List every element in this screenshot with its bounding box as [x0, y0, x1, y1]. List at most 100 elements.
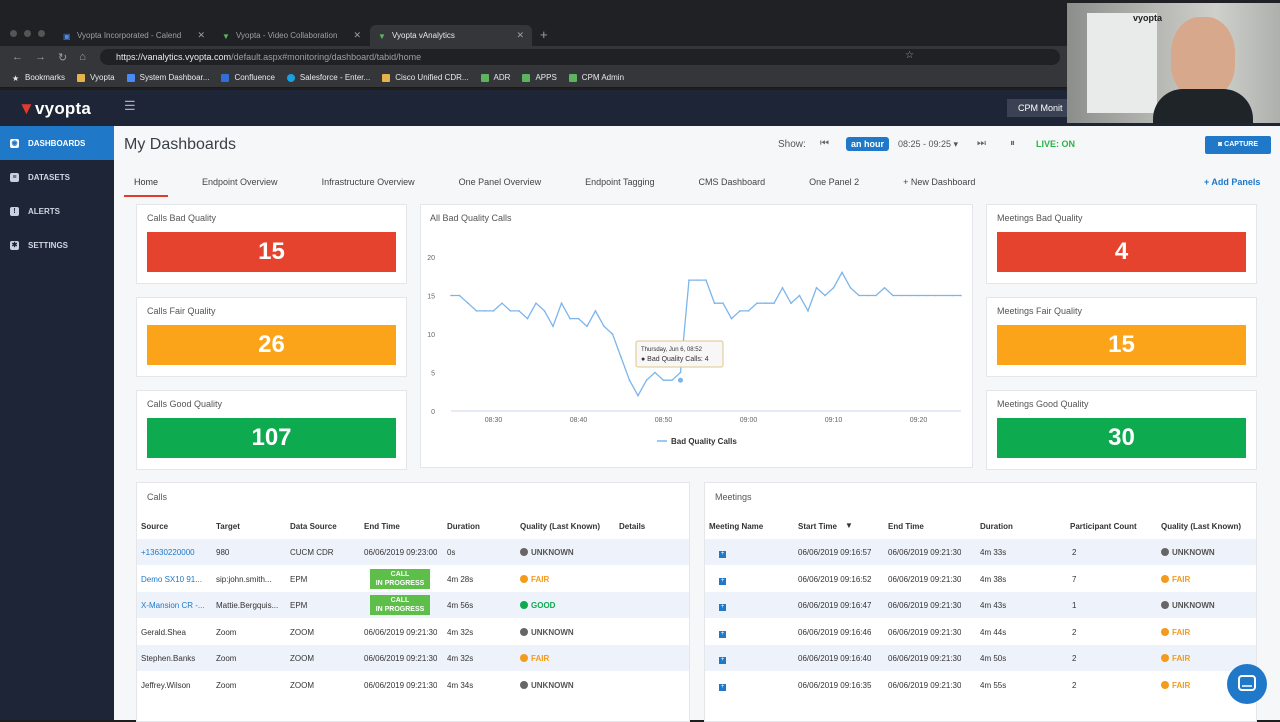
column-header[interactable]: End Time	[888, 522, 924, 531]
add-panels-button[interactable]: + Add Panels	[1204, 177, 1260, 187]
expand-icon[interactable]: +	[719, 551, 726, 558]
tab-home[interactable]: Home	[124, 170, 169, 197]
column-header[interactable]: Quality (Last Known)	[1161, 522, 1241, 531]
meeting-name-cell[interactable]: + Richard Gurnett	[719, 654, 797, 664]
calls-good-quality-card[interactable]: Calls Good Quality 107	[136, 390, 407, 470]
meetings-bad-quality-card[interactable]: Meetings Bad Quality 4	[986, 204, 1257, 284]
meeting-name-cell[interactable]: + Bobby Reid Zoo	[719, 548, 797, 558]
calls-bad-quality-card[interactable]: Calls Bad Quality 15	[136, 204, 407, 284]
table-row[interactable]: Gerald.Shea Zoom ZOOM 06/06/2019 09:21:30 4m…	[137, 619, 689, 645]
column-header[interactable]: Source	[141, 522, 168, 531]
bookmark-item[interactable]: Vyopta	[77, 73, 115, 82]
window-close-icon[interactable]	[10, 30, 17, 37]
forward-icon[interactable]: →	[35, 51, 46, 63]
calls-fair-quality-card[interactable]: Calls Fair Quality 26	[136, 297, 407, 377]
call-source[interactable]: Demo SX10 91...	[141, 575, 211, 584]
window-maximize-icon[interactable]	[38, 30, 45, 37]
tab-one-panel-2[interactable]: One Panel 2	[799, 170, 869, 197]
meetings-good-quality-card[interactable]: Meetings Good Quality 30	[986, 390, 1257, 470]
bookmark-item[interactable]: Cisco Unified CDR...	[382, 73, 469, 82]
menu-icon[interactable]: ☰	[124, 98, 136, 114]
expand-icon[interactable]: +	[719, 630, 726, 638]
tab-infrastructure-overview[interactable]: Infrastructure Overview	[312, 170, 425, 197]
bookmark-item[interactable]: ★ Bookmarks	[12, 73, 65, 83]
table-row[interactable]: + Joyce Feldman 06/06/2019 09:16:46 06/06/2…	[705, 619, 1256, 645]
sidebar-item-alerts[interactable]: ! ALERTS	[0, 194, 114, 228]
data-point	[569, 317, 571, 320]
table-row[interactable]: X-Mansion CR -... Mattie.Bergquis... EPM CA…	[137, 592, 689, 618]
column-header[interactable]: Duration	[980, 522, 1013, 531]
close-icon[interactable]: ✕	[197, 30, 205, 41]
column-header[interactable]: Participant Count	[1070, 522, 1137, 531]
close-icon[interactable]: ✕	[516, 30, 524, 41]
meetings-fair-quality-card[interactable]: Meetings Fair Quality 15	[986, 297, 1257, 377]
tab-cms-dashboard[interactable]: CMS Dashboard	[689, 170, 776, 197]
tab-endpoint-overview[interactable]: Endpoint Overview	[192, 170, 288, 197]
tab-one-panel-overview[interactable]: One Panel Overview	[449, 170, 552, 197]
star-icon[interactable]: ☆	[905, 50, 914, 61]
bookmark-item[interactable]: CPM Admin	[568, 73, 624, 82]
call-source[interactable]: +13630220000	[141, 548, 211, 557]
browser-tab-active[interactable]: ▼ Vyopta vAnalytics ✕	[370, 25, 532, 46]
meeting-name-cell[interactable]: + Harry Duong Zo	[719, 601, 797, 611]
sort-desc-icon[interactable]: ▼	[845, 521, 853, 530]
table-row[interactable]: + Mark Counselm 06/06/2019 09:16:52 06/06/2…	[705, 566, 1256, 592]
new-tab-button[interactable]: +	[540, 27, 548, 42]
meeting-name-cell[interactable]: + Lauren Frazier Z	[719, 681, 797, 691]
bookmark-item[interactable]: Confluence	[221, 73, 275, 82]
confluence-icon	[221, 73, 230, 82]
window-minimize-icon[interactable]	[24, 30, 31, 37]
close-icon[interactable]: ✕	[353, 30, 361, 41]
column-header[interactable]: Start Time	[798, 522, 837, 531]
column-header[interactable]: Target	[216, 522, 240, 531]
table-row[interactable]: Jeffrey.Wilson Zoom ZOOM 06/06/2019 09:21:3…	[137, 672, 689, 698]
back-icon[interactable]: ←	[12, 51, 23, 63]
reload-icon[interactable]: ↻	[58, 51, 67, 64]
sidebar-item-datasets[interactable]: ≡ DATASETS	[0, 160, 114, 194]
capture-button[interactable]: ◙ CAPTURE	[1205, 136, 1271, 154]
table-row[interactable]: + Lauren Frazier Z 06/06/2019 09:16:35 06/0…	[705, 672, 1256, 698]
table-row[interactable]: + Richard Gurnett 06/06/2019 09:16:40 06/06…	[705, 645, 1256, 671]
home-icon[interactable]: ⌂	[79, 51, 86, 63]
call-source[interactable]: X-Mansion CR -...	[141, 601, 211, 610]
metric-value: 30	[997, 418, 1246, 458]
bookmark-item[interactable]: System Dashboar...	[126, 73, 209, 82]
table-row[interactable]: Stephen.Banks Zoom ZOOM 06/06/2019 09:21:30…	[137, 645, 689, 671]
meeting-name-cell[interactable]: + Mark Counselm	[719, 575, 797, 585]
browser-tab[interactable]: ▼ Vyopta - Video Collaboration ✕	[214, 25, 369, 46]
url-input[interactable]: https://vanalytics.vyopta.com/default.as…	[100, 49, 1060, 65]
bookmark-item[interactable]: Salesforce - Enter...	[286, 73, 370, 82]
time-range-select[interactable]: 08:25 - 09:25 ▾	[898, 139, 958, 150]
column-header[interactable]: Details	[619, 522, 645, 531]
expand-icon[interactable]: +	[719, 604, 726, 611]
tab-endpoint-tagging[interactable]: Endpoint Tagging	[575, 170, 664, 197]
table-row[interactable]: + Harry Duong Zo 06/06/2019 09:16:47 06/06/…	[705, 592, 1256, 618]
new-dashboard-button[interactable]: + New Dashboard	[893, 170, 985, 197]
bookmark-item[interactable]: ADR	[480, 73, 510, 82]
line-chart[interactable]: 0 5 10 15 20 08:30 08:40 08:50 09:00 09:10 09:20 Th…	[421, 205, 974, 469]
live-status[interactable]: LIVE: ON	[1036, 139, 1075, 149]
time-window-pill[interactable]: an hour	[846, 137, 889, 151]
column-header[interactable]: Meeting Name	[709, 522, 763, 531]
meeting-name-cell[interactable]: + Joyce Feldman	[719, 628, 797, 638]
expand-icon[interactable]: +	[719, 683, 726, 691]
table-row[interactable]: +13630220000 980 CUCM CDR 06/06/2019 09:23:…	[137, 539, 689, 565]
rewind-icon[interactable]: ⏮	[820, 138, 829, 149]
column-header[interactable]: Data Source	[290, 522, 337, 531]
fast-forward-icon[interactable]: ⏭	[977, 138, 986, 149]
table-row[interactable]: + Bobby Reid Zoo 06/06/2019 09:16:57 06/06/…	[705, 539, 1256, 565]
pause-icon[interactable]: ⏸	[1010, 138, 1015, 149]
column-header[interactable]: Duration	[447, 522, 480, 531]
expand-icon[interactable]: +	[719, 657, 726, 664]
column-header[interactable]: End Time	[364, 522, 400, 531]
vyopta-logo[interactable]: ▼vyopta	[18, 99, 91, 119]
chat-button[interactable]	[1227, 664, 1267, 704]
sidebar-item-settings[interactable]: ✱ SETTINGS	[0, 228, 114, 262]
browser-tab[interactable]: ▣ Vyopta Incorporated - Calend ✕	[55, 25, 213, 46]
gear-icon: ✱	[10, 240, 19, 250]
column-header[interactable]: Quality (Last Known)	[520, 522, 600, 531]
expand-icon[interactable]: +	[719, 577, 726, 585]
bookmark-item[interactable]: APPS	[522, 73, 557, 82]
table-row[interactable]: Demo SX10 91... sip:john.smith... EPM CALL I…	[137, 566, 689, 592]
sidebar-item-dashboards[interactable]: ◉ DASHBOARDS	[0, 126, 114, 160]
